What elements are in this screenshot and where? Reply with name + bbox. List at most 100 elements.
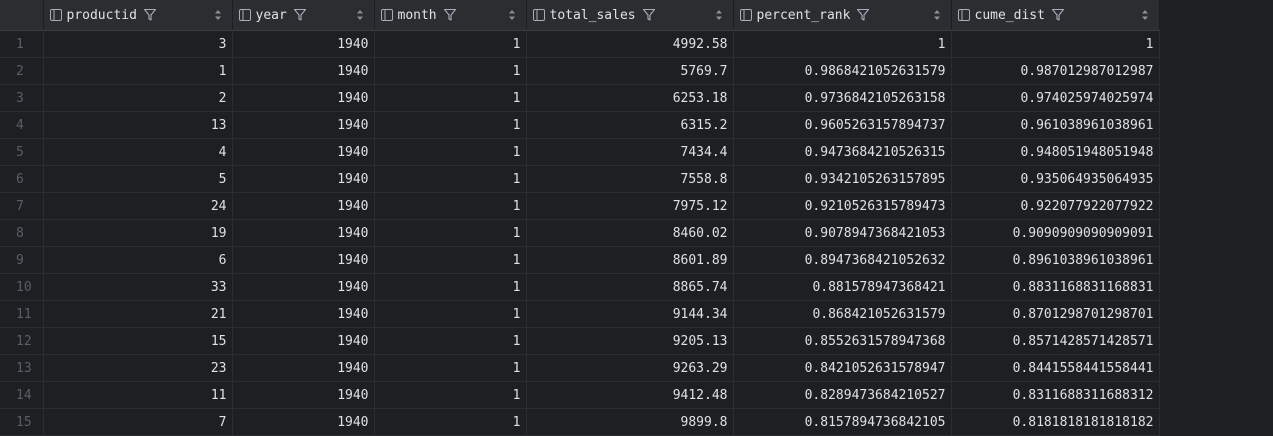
cell-total-sales[interactable]: 7434.4: [526, 138, 734, 166]
cell-productid[interactable]: 23: [43, 354, 233, 382]
table-row[interactable]: 7 24 1940 1 7975.12 0.9210526315789473 0.92207…: [0, 192, 1160, 220]
cell-year[interactable]: 1940: [232, 30, 375, 58]
cell-year[interactable]: 1940: [232, 57, 375, 85]
table-row[interactable]: 2 1 1940 1 5769.7 0.9868421052631579 0.9870129…: [0, 57, 1160, 85]
filter-icon[interactable]: [1051, 8, 1065, 22]
sort-icon[interactable]: [356, 9, 364, 21]
table-row[interactable]: 15 7 1940 1 9899.8 0.8157894736842105 0.818181…: [0, 408, 1160, 436]
cell-month[interactable]: 1: [374, 192, 527, 220]
cell-year[interactable]: 1940: [232, 138, 375, 166]
sort-icon[interactable]: [214, 9, 222, 21]
column-header-year[interactable]: year: [232, 0, 375, 31]
cell-month[interactable]: 1: [374, 246, 527, 274]
cell-percent-rank[interactable]: 0.9868421052631579: [733, 57, 952, 85]
cell-percent-rank[interactable]: 0.9078947368421053: [733, 219, 952, 247]
cell-percent-rank[interactable]: 0.8157894736842105: [733, 408, 952, 436]
cell-cume-dist[interactable]: 0.974025974025974: [951, 84, 1160, 112]
cell-year[interactable]: 1940: [232, 408, 375, 436]
cell-productid[interactable]: 4: [43, 138, 233, 166]
table-row[interactable]: 1 3 1940 1 4992.58 1 1: [0, 30, 1160, 58]
cell-month[interactable]: 1: [374, 381, 527, 409]
sort-icon[interactable]: [1141, 9, 1149, 21]
cell-month[interactable]: 1: [374, 354, 527, 382]
column-header-productid[interactable]: productid: [43, 0, 233, 31]
cell-productid[interactable]: 15: [43, 327, 233, 355]
sort-icon[interactable]: [715, 9, 723, 21]
table-row[interactable]: 5 4 1940 1 7434.4 0.9473684210526315 0.9480519…: [0, 138, 1160, 166]
cell-total-sales[interactable]: 6315.2: [526, 111, 734, 139]
cell-total-sales[interactable]: 7975.12: [526, 192, 734, 220]
cell-year[interactable]: 1940: [232, 219, 375, 247]
table-row[interactable]: 6 5 1940 1 7558.8 0.9342105263157895 0.9350649…: [0, 165, 1160, 193]
cell-total-sales[interactable]: 9412.48: [526, 381, 734, 409]
table-row[interactable]: 12 15 1940 1 9205.13 0.8552631578947368 0.8571…: [0, 327, 1160, 355]
cell-cume-dist[interactable]: 0.987012987012987: [951, 57, 1160, 85]
sort-icon[interactable]: [508, 9, 516, 21]
cell-month[interactable]: 1: [374, 57, 527, 85]
filter-icon[interactable]: [143, 8, 157, 22]
cell-month[interactable]: 1: [374, 111, 527, 139]
cell-cume-dist[interactable]: 0.8441558441558441: [951, 354, 1160, 382]
cell-productid[interactable]: 13: [43, 111, 233, 139]
cell-total-sales[interactable]: 5769.7: [526, 57, 734, 85]
cell-cume-dist[interactable]: 0.8181818181818182: [951, 408, 1160, 436]
table-row[interactable]: 4 13 1940 1 6315.2 0.9605263157894737 0.961038…: [0, 111, 1160, 139]
cell-total-sales[interactable]: 8601.89: [526, 246, 734, 274]
cell-total-sales[interactable]: 4992.58: [526, 30, 734, 58]
cell-percent-rank[interactable]: 0.868421052631579: [733, 300, 952, 328]
cell-year[interactable]: 1940: [232, 381, 375, 409]
cell-month[interactable]: 1: [374, 300, 527, 328]
cell-percent-rank[interactable]: 1: [733, 30, 952, 58]
filter-icon[interactable]: [293, 8, 307, 22]
cell-cume-dist[interactable]: 0.9090909090909091: [951, 219, 1160, 247]
cell-year[interactable]: 1940: [232, 111, 375, 139]
cell-productid[interactable]: 33: [43, 273, 233, 301]
cell-year[interactable]: 1940: [232, 84, 375, 112]
cell-cume-dist[interactable]: 0.8701298701298701: [951, 300, 1160, 328]
cell-month[interactable]: 1: [374, 273, 527, 301]
cell-percent-rank[interactable]: 0.8421052631578947: [733, 354, 952, 382]
table-row[interactable]: 8 19 1940 1 8460.02 0.9078947368421053 0.90909…: [0, 219, 1160, 247]
cell-cume-dist[interactable]: 0.935064935064935: [951, 165, 1160, 193]
cell-productid[interactable]: 21: [43, 300, 233, 328]
cell-year[interactable]: 1940: [232, 327, 375, 355]
column-header-total-sales[interactable]: total_sales: [526, 0, 734, 31]
cell-year[interactable]: 1940: [232, 192, 375, 220]
cell-cume-dist[interactable]: 0.8961038961038961: [951, 246, 1160, 274]
column-header-percent-rank[interactable]: percent_rank: [733, 0, 952, 31]
table-row[interactable]: 11 21 1940 1 9144.34 0.868421052631579 0.87012…: [0, 300, 1160, 328]
cell-productid[interactable]: 2: [43, 84, 233, 112]
cell-total-sales[interactable]: 8865.74: [526, 273, 734, 301]
table-row[interactable]: 14 11 1940 1 9412.48 0.8289473684210527 0.8311…: [0, 381, 1160, 409]
cell-year[interactable]: 1940: [232, 354, 375, 382]
filter-icon[interactable]: [856, 8, 870, 22]
cell-month[interactable]: 1: [374, 165, 527, 193]
table-row[interactable]: 3 2 1940 1 6253.18 0.9736842105263158 0.974025…: [0, 84, 1160, 112]
cell-month[interactable]: 1: [374, 408, 527, 436]
sort-icon[interactable]: [933, 9, 941, 21]
cell-percent-rank[interactable]: 0.881578947368421: [733, 273, 952, 301]
cell-cume-dist[interactable]: 0.922077922077922: [951, 192, 1160, 220]
cell-month[interactable]: 1: [374, 84, 527, 112]
table-row[interactable]: 10 33 1940 1 8865.74 0.881578947368421 0.88311…: [0, 273, 1160, 301]
cell-cume-dist[interactable]: 0.961038961038961: [951, 111, 1160, 139]
cell-productid[interactable]: 1: [43, 57, 233, 85]
cell-cume-dist[interactable]: 0.8571428571428571: [951, 327, 1160, 355]
cell-total-sales[interactable]: 6253.18: [526, 84, 734, 112]
cell-month[interactable]: 1: [374, 30, 527, 58]
cell-percent-rank[interactable]: 0.8289473684210527: [733, 381, 952, 409]
cell-month[interactable]: 1: [374, 219, 527, 247]
column-header-month[interactable]: month: [374, 0, 527, 31]
cell-total-sales[interactable]: 9899.8: [526, 408, 734, 436]
filter-icon[interactable]: [443, 8, 457, 22]
cell-productid[interactable]: 6: [43, 246, 233, 274]
cell-year[interactable]: 1940: [232, 300, 375, 328]
cell-year[interactable]: 1940: [232, 273, 375, 301]
cell-percent-rank[interactable]: 0.9210526315789473: [733, 192, 952, 220]
cell-percent-rank[interactable]: 0.8947368421052632: [733, 246, 952, 274]
table-row[interactable]: 9 6 1940 1 8601.89 0.8947368421052632 0.896103…: [0, 246, 1160, 274]
cell-month[interactable]: 1: [374, 138, 527, 166]
cell-total-sales[interactable]: 8460.02: [526, 219, 734, 247]
cell-productid[interactable]: 19: [43, 219, 233, 247]
cell-total-sales[interactable]: 9144.34: [526, 300, 734, 328]
